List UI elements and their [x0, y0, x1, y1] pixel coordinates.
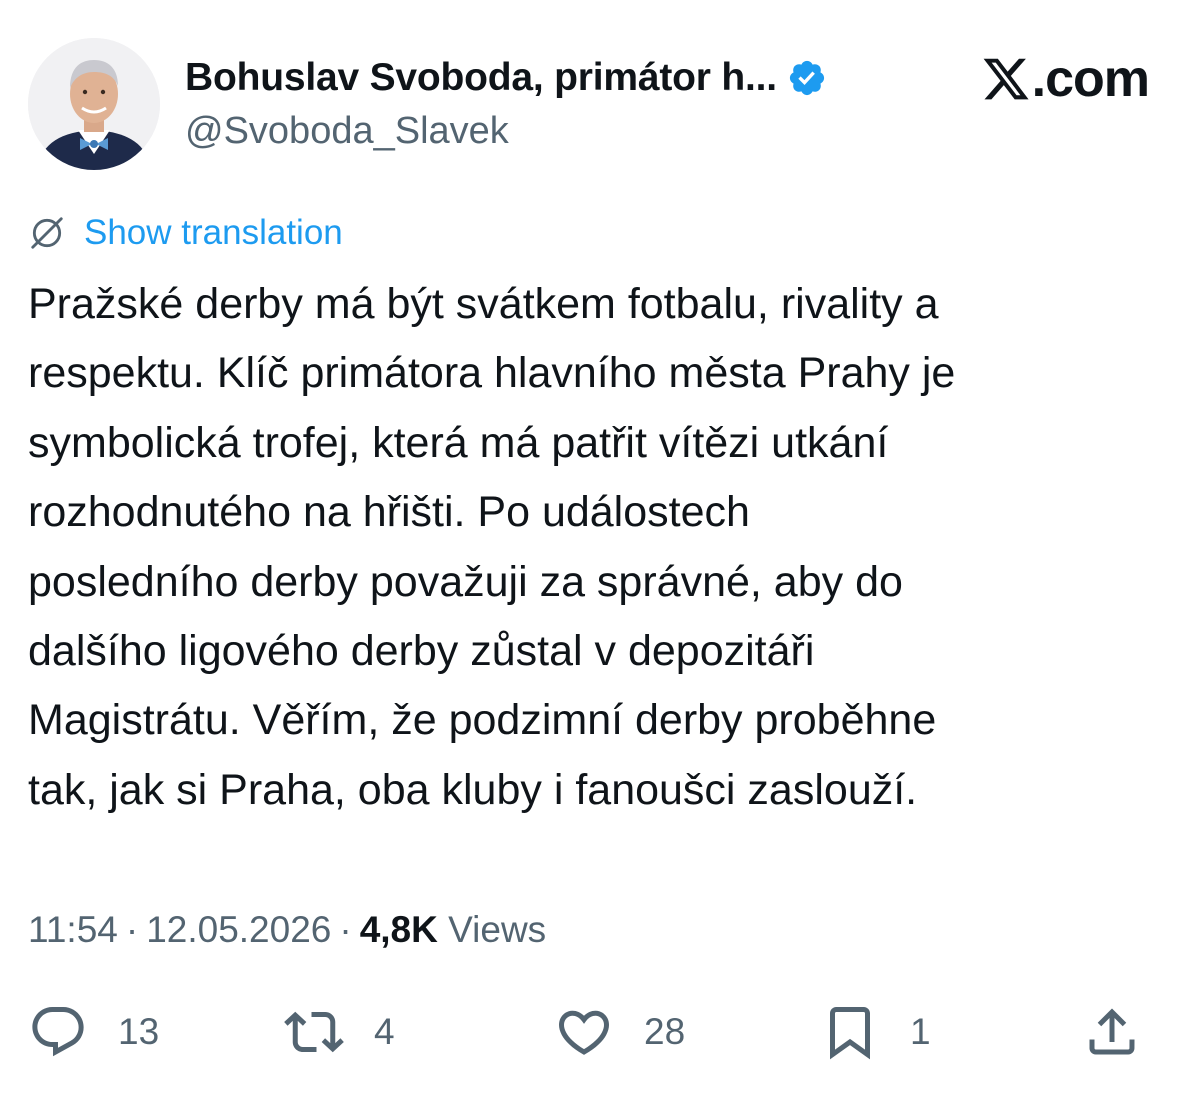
tweet-text-line: Magistrátu. Věřím, že podzimní derby pro… — [28, 696, 937, 745]
like-icon — [558, 1010, 610, 1055]
repost-count: 4 — [374, 1011, 395, 1052]
tweet-text-line: tak, jak si Praha, oba kluby i fanoušci … — [28, 765, 918, 814]
reply-icon — [32, 1007, 84, 1057]
bookmark-button[interactable]: 1 — [820, 1000, 931, 1064]
action-bar: 13 4 28 1 — [28, 1000, 1151, 1064]
show-translation-label[interactable]: Show translation — [84, 213, 343, 253]
tweet-date[interactable]: 12.05.2026 — [146, 909, 331, 950]
avatar-portrait — [28, 38, 160, 170]
site-brand: .com — [981, 50, 1150, 108]
tweet-text-line: symbolická trofej, která má patřit vítěz… — [28, 418, 889, 467]
tweet-meta: 11:54 · 12.05.2026 · 4,8K Views — [28, 904, 546, 956]
x-logo-icon — [983, 58, 1029, 100]
author-info: Bohuslav Svoboda, primátor h... @Svoboda… — [185, 52, 905, 153]
meta-separator: · — [125, 909, 139, 950]
tweet-text-line: respektu. Klíč primátora hlavního města … — [28, 349, 956, 398]
repost-button[interactable]: 4 — [284, 1000, 395, 1064]
show-translation-link[interactable]: Show translation — [28, 210, 343, 256]
tweet-text-line: posledního derby považuji za správné, ab… — [28, 557, 903, 606]
tweet-text-line: Pražské derby má být svátkem fotbalu, ri… — [28, 280, 939, 328]
bookmark-count: 1 — [910, 1011, 931, 1052]
display-name-row: Bohuslav Svoboda, primátor h... — [185, 52, 905, 104]
bookmark-icon — [830, 1007, 870, 1060]
repost-icon — [284, 1011, 344, 1053]
avatar[interactable] — [28, 38, 160, 170]
views-label: Views — [448, 909, 547, 950]
tweet-text: Pražské derby má být svátkem fotbalu, ri… — [28, 270, 1151, 825]
tweet-text-line: dalšího ligového derby zůstal v depozitá… — [28, 627, 815, 676]
tweet-text-line: rozhodnutého na hřišti. Po událostech — [28, 488, 750, 537]
share-button[interactable] — [1082, 1000, 1142, 1064]
site-domain-label: .com — [1031, 50, 1150, 108]
share-icon — [1089, 1008, 1135, 1055]
globe-icon — [31, 217, 63, 249]
like-count: 28 — [644, 1011, 686, 1052]
user-handle[interactable]: @Svoboda_Slavek — [185, 110, 905, 153]
reply-button[interactable]: 13 — [28, 1000, 159, 1064]
reply-count: 13 — [118, 1011, 160, 1052]
tweet-header: Bohuslav Svoboda, primátor h... @Svoboda… — [28, 38, 1151, 170]
meta-separator: · — [339, 909, 352, 950]
views-count: 4,8K — [359, 909, 438, 950]
display-name[interactable]: Bohuslav Svoboda, primátor h... — [185, 56, 777, 100]
tweet-time[interactable]: 11:54 — [28, 909, 118, 950]
verified-badge-icon — [789, 60, 824, 96]
like-button[interactable]: 28 — [554, 1000, 685, 1064]
